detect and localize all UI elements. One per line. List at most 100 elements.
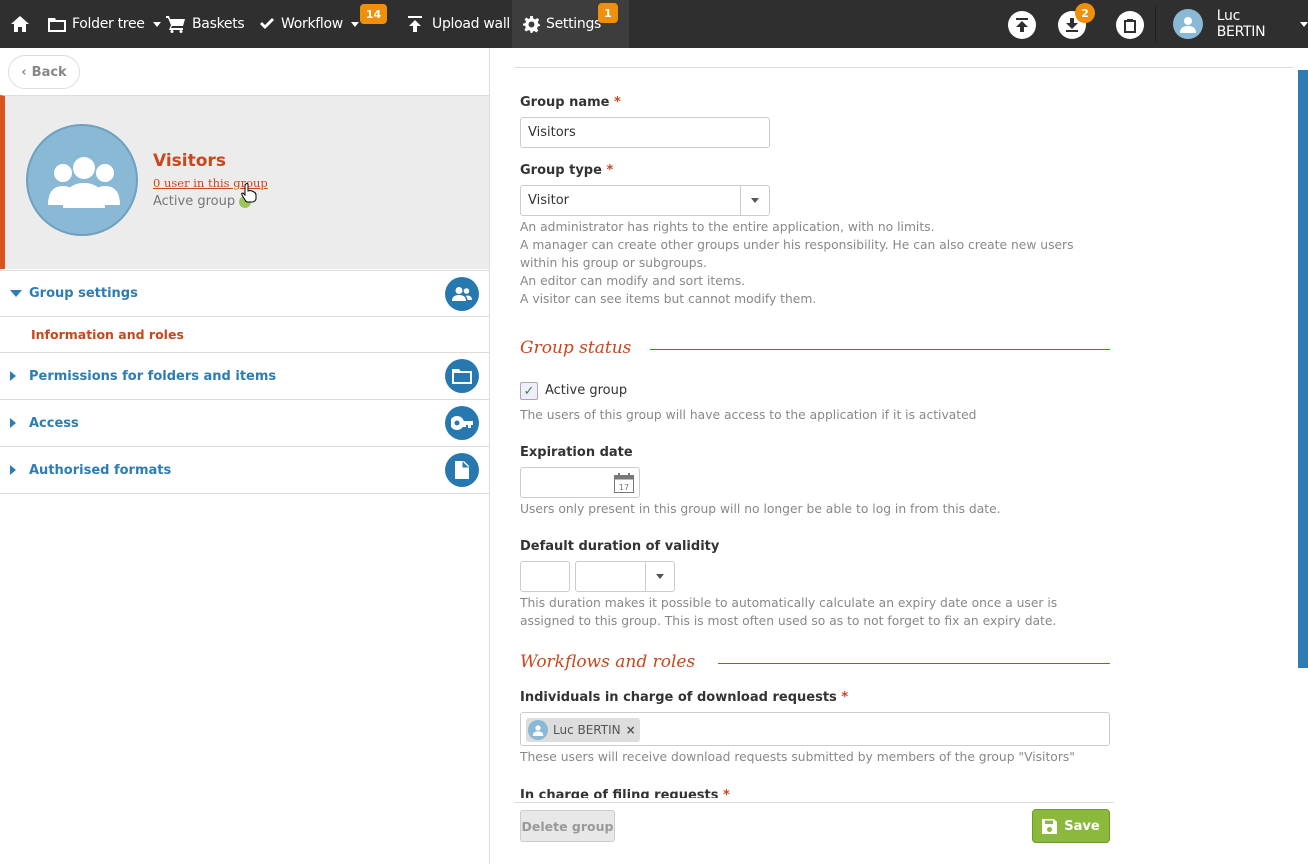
menu-authorised-formats-label: Authorised formats [29, 462, 172, 478]
gear-icon [523, 15, 540, 33]
upload-icon [408, 16, 422, 32]
delete-group-button[interactable]: Delete group [520, 810, 615, 842]
close-icon[interactable]: × [626, 723, 636, 737]
checkmark-icon: ✓ [523, 383, 535, 399]
required-mark: * [606, 163, 614, 178]
submenu-information-roles[interactable]: Information and roles [0, 318, 489, 353]
default-duration-help: This duration makes it possible to autom… [520, 596, 1058, 628]
download-requests-label: Individuals in charge of download reques… [520, 690, 848, 705]
user-avatar [1173, 9, 1203, 39]
upload-wall-menu[interactable]: Upload wall [408, 0, 510, 48]
download-requests-label-text: Individuals in charge of download reques… [520, 690, 837, 705]
group-summary-card: Visitors 0 user in this group Active gro… [0, 95, 489, 269]
upload-wall-label: Upload wall [432, 16, 511, 32]
download-icon [1066, 18, 1078, 32]
triangle-right-icon [10, 465, 16, 475]
menu-group-settings[interactable]: Group settings [0, 270, 489, 317]
workflow-badge: 14 [360, 4, 387, 24]
group-name-title: Visitors [153, 151, 226, 171]
group-active-status: Active group [153, 194, 252, 209]
help-visitor: A visitor can see items but cannot modif… [520, 292, 817, 306]
clipboard-icon [1124, 18, 1136, 33]
folder-tree-menu[interactable]: Folder tree [48, 0, 161, 48]
expiration-date-help: Users only present in this group will no… [520, 502, 1001, 516]
group-type-select[interactable]: Visitor [520, 185, 770, 216]
download-requests-help: These users will receive download reques… [520, 750, 1075, 764]
filing-requests-label: In charge of filing requests * [520, 788, 730, 798]
chevron-down-icon [645, 562, 674, 591]
triangle-right-icon [10, 418, 16, 428]
top-divider [514, 67, 1294, 68]
chevron-down-icon [1300, 21, 1308, 27]
folder-tree-label: Folder tree [72, 16, 145, 32]
help-admin: An administrator has rights to the entir… [520, 220, 935, 234]
group-name-input[interactable]: Visitors [520, 117, 770, 148]
check-icon [260, 18, 274, 29]
calendar-icon[interactable]: 17 [613, 472, 635, 494]
group-status-heading: Group status [520, 338, 632, 358]
menu-authorised-formats[interactable]: Authorised formats [0, 447, 489, 494]
group-icon [48, 157, 120, 208]
save-label: Save [1064, 818, 1100, 834]
users-icon [445, 276, 479, 311]
calendar-day-text: 17 [619, 483, 629, 492]
group-type-label-text: Group type [520, 163, 602, 178]
menu-group-settings-label: Group settings [29, 286, 138, 301]
back-label: Back [31, 64, 67, 80]
active-group-help: The users of this group will have access… [520, 408, 977, 422]
left-panel: ‹ Back Visitors 0 user in this group Act… [0, 48, 490, 864]
required-mark: * [614, 95, 621, 110]
group-name-label-text: Group name [520, 95, 610, 110]
hand-cursor-icon [241, 183, 257, 203]
duration-unit-select[interactable] [575, 561, 675, 592]
active-status-label: Active group [153, 194, 236, 209]
workflow-label: Workflow [281, 16, 343, 32]
chevron-down-icon [740, 186, 769, 215]
menu-access[interactable]: Access [0, 400, 489, 447]
save-icon [1042, 818, 1058, 834]
menu-access-label: Access [29, 415, 79, 431]
upload-icon [1016, 18, 1028, 32]
expiration-date-input[interactable]: 17 [520, 467, 640, 498]
group-type-value: Visitor [528, 193, 569, 208]
required-mark: * [722, 788, 730, 798]
workflow-menu[interactable]: Workflow [259, 0, 359, 48]
baskets-menu[interactable]: Baskets [166, 0, 245, 48]
chevron-down-icon [152, 21, 161, 27]
active-group-checkbox-label: Active group [545, 383, 628, 398]
home-button[interactable] [10, 0, 30, 48]
group-type-help: An administrator has rights to the entir… [520, 218, 1112, 308]
baskets-label: Baskets [192, 16, 245, 32]
scrollbar[interactable] [1298, 70, 1308, 668]
triangle-down-icon [10, 290, 22, 297]
user-chip[interactable]: Luc BERTIN × [526, 718, 640, 742]
duration-number-input[interactable] [520, 561, 570, 592]
settings-badge: 1 [598, 3, 618, 23]
file-icon [445, 453, 479, 487]
cart-icon [166, 16, 185, 33]
required-mark: * [841, 690, 849, 705]
triangle-right-icon [10, 371, 16, 381]
save-button[interactable]: Save [1032, 809, 1110, 843]
user-chip-label: Luc BERTIN [553, 723, 621, 737]
active-group-checkbox[interactable]: ✓ [520, 382, 538, 400]
download-badge: 2 [1075, 3, 1095, 23]
back-button[interactable]: ‹ Back [8, 55, 80, 89]
menu-permissions-label: Permissions for folders and items [29, 368, 277, 384]
group-type-label: Group type * [520, 163, 613, 178]
filing-requests-label-text: In charge of filing requests [520, 788, 719, 798]
menu-permissions[interactable]: Permissions for folders and items [0, 353, 489, 400]
group-avatar [26, 124, 138, 236]
user-menu[interactable]: Luc BERTIN [1173, 0, 1308, 48]
upload-button[interactable] [1008, 11, 1036, 39]
help-manager: A manager can create other groups under … [520, 238, 1074, 270]
folder-icon [48, 17, 66, 32]
default-duration-label: Default duration of validity [520, 539, 720, 554]
expiration-date-label: Expiration date [520, 445, 633, 460]
user-name: Luc BERTIN [1216, 8, 1266, 40]
section-divider [650, 349, 1110, 350]
download-requests-tag-input[interactable]: Luc BERTIN × [520, 712, 1110, 746]
nav-separator [1155, 6, 1156, 42]
key-icon [445, 406, 479, 440]
clipboard-button[interactable] [1116, 11, 1144, 39]
